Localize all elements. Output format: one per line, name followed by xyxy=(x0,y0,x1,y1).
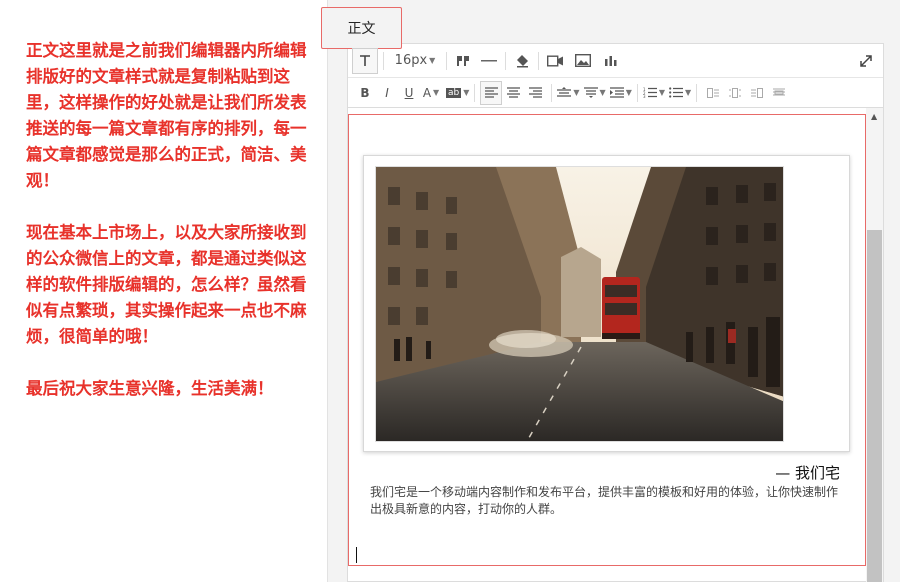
tab-body-text-label: 正文 xyxy=(347,21,376,37)
tab-body-text[interactable]: 正文 xyxy=(321,7,402,49)
video-icon[interactable] xyxy=(544,49,566,73)
line-height-icon[interactable]: ▼ xyxy=(557,81,580,105)
text-cursor xyxy=(356,547,357,563)
toolbar-row-2: B I U A ▼ ab ▼ ▼ ▼ ▼ 1 2 3 ▼ ▼ xyxy=(348,78,883,108)
unordered-list-icon[interactable]: ▼ xyxy=(669,81,691,105)
font-size-select[interactable]: 16px ▼ xyxy=(389,49,441,73)
paragraph-spacing-icon[interactable]: ▼ xyxy=(583,81,606,105)
clear-format-icon[interactable] xyxy=(511,49,533,73)
scroll-up-icon[interactable]: ▲ xyxy=(871,112,877,121)
ordered-list-icon[interactable]: 1 2 3 ▼ xyxy=(643,81,665,105)
align-left-icon[interactable] xyxy=(480,80,503,105)
toolbar-divider xyxy=(505,51,506,70)
scrollbar-thumb[interactable] xyxy=(867,230,882,582)
annotation-text: 正文这里就是之前我们编辑器内所编辑排版好的文章样式就是复制粘贴到这里，这样操作的… xyxy=(26,38,312,428)
article-image[interactable] xyxy=(375,166,784,442)
align-center-icon[interactable] xyxy=(502,81,524,105)
toolbar-divider xyxy=(551,83,553,102)
font-color-icon[interactable]: A ▼ xyxy=(420,81,442,105)
table-align-right-icon[interactable] xyxy=(746,81,768,105)
toolbar-divider xyxy=(383,51,384,70)
table-align-left-icon[interactable] xyxy=(702,81,724,105)
align-right-icon[interactable] xyxy=(524,81,546,105)
blockquote-icon[interactable] xyxy=(452,49,474,73)
background-color-icon[interactable]: ab ▼ xyxy=(446,81,469,105)
table-align-center-icon[interactable] xyxy=(724,81,746,105)
font-size-value: 16px xyxy=(394,53,428,68)
bold-icon[interactable]: B xyxy=(354,81,376,105)
toolbar-row-1: 16px ▼ xyxy=(348,44,883,78)
image-icon[interactable] xyxy=(572,49,594,73)
underline-icon[interactable]: U xyxy=(398,81,420,105)
table-full-width-icon[interactable] xyxy=(768,81,790,105)
horizontal-rule-icon[interactable] xyxy=(478,49,500,73)
annotation-paragraph-2: 现在基本上市场上，以及大家所接收到的公众微信上的文章，都是通过类似这样的软件排版… xyxy=(26,223,307,346)
format-text-icon[interactable] xyxy=(352,47,378,74)
indent-icon[interactable]: ▼ xyxy=(609,81,632,105)
chart-icon[interactable] xyxy=(600,49,622,73)
expand-icon[interactable] xyxy=(855,49,877,73)
annotation-paragraph-3: 最后祝大家生意兴隆，生活美满！ xyxy=(26,379,274,398)
toolbar-divider xyxy=(474,83,476,102)
toolbar-divider xyxy=(696,83,698,102)
svg-text:3: 3 xyxy=(643,94,646,98)
toolbar-divider xyxy=(446,51,447,70)
toolbar-divider xyxy=(538,51,539,70)
caption-title: — 我们宅 xyxy=(775,464,840,482)
italic-icon[interactable]: I xyxy=(376,81,398,105)
chevron-down-icon: ▼ xyxy=(429,56,436,65)
annotation-paragraph-1: 正文这里就是之前我们编辑器内所编辑排版好的文章样式就是复制粘贴到这里，这样操作的… xyxy=(26,41,307,190)
toolbar-divider xyxy=(636,83,638,102)
caption-body: 我们宅是一个移动端内容制作和发布平台，提供丰富的模板和好用的体验，让你快速制作出… xyxy=(370,485,839,516)
